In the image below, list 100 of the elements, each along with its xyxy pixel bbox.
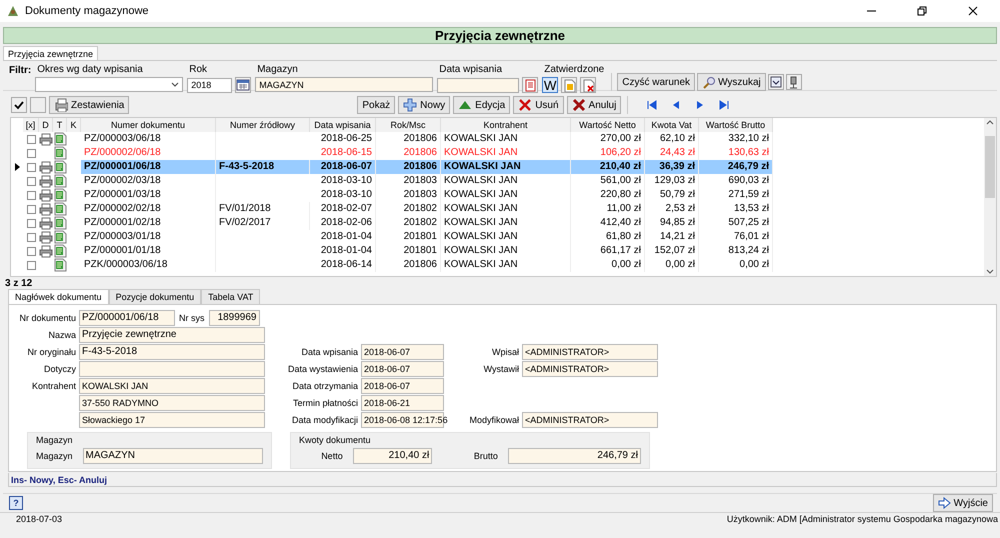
checkbox[interactable] (26, 204, 36, 214)
date-field[interactable]: 2018-06-07 (361, 378, 444, 394)
edit-button[interactable]: Edycja (453, 96, 510, 114)
first-record-icon[interactable] (646, 99, 658, 111)
column-header[interactable]: Rok/Msc (376, 118, 441, 132)
column-header[interactable]: D (39, 118, 53, 132)
tab[interactable]: Przyjęcia zewnętrzne (3, 46, 98, 60)
table-cell: 201801 (376, 230, 441, 244)
date-field[interactable] (437, 78, 520, 92)
table-cell: 2,53 zł (645, 202, 699, 216)
checkbox[interactable] (26, 218, 36, 228)
date-field[interactable]: 2018-06-21 (361, 394, 444, 410)
new-button[interactable]: Nowy (398, 96, 450, 114)
table-cell: 50,79 zł (645, 188, 699, 202)
column-header[interactable]: Kwota Vat (645, 118, 699, 132)
field-label: Nr dokumentu (18, 312, 76, 322)
table-cell: 2018-03-10 (310, 188, 376, 202)
field-label: Nr oryginału (26, 346, 76, 356)
name-field[interactable]: Przyjęcie zewnętrzne (79, 326, 265, 342)
shortcut-hint: Ins- Nowy, Esc- Anuluj (8, 473, 997, 487)
column-header[interactable]: K (67, 118, 81, 132)
checkbox[interactable] (26, 260, 36, 270)
checkbox[interactable] (26, 246, 36, 256)
checked-checkbox[interactable] (11, 97, 27, 113)
user-field[interactable]: <ADMINISTRATOR> (522, 360, 658, 376)
search-button[interactable]: Wyszukaj (697, 73, 766, 91)
table-cell: 201806 (376, 160, 441, 174)
group-title: Magazyn (36, 435, 74, 445)
column-header[interactable]: Wartość Brutto (699, 118, 773, 132)
checkbox[interactable] (30, 97, 46, 113)
net-field[interactable]: 210,40 zł (352, 448, 432, 464)
document-toggle[interactable] (561, 77, 578, 93)
checkbox[interactable] (26, 176, 36, 186)
checkbox[interactable] (26, 148, 36, 158)
contractor-field[interactable]: KOWALSKI JAN (79, 378, 265, 394)
warehouse-field[interactable]: MAGAZYN (255, 77, 434, 92)
column-header[interactable]: Data wpisania (310, 118, 376, 132)
contractor-field[interactable]: 37-550 RADYMNO (79, 394, 265, 410)
original-number-field[interactable]: F-43-5-2018 (79, 344, 265, 360)
checkbox[interactable] (26, 190, 36, 200)
field-label: Data wpisania (300, 346, 358, 356)
printer-icon (54, 98, 68, 112)
user-field[interactable]: <ADMINISTRATOR> (522, 412, 658, 428)
calendar-button[interactable] (235, 77, 252, 93)
checkbox[interactable] (26, 232, 36, 242)
table-cell: 2018-01-04 (310, 230, 376, 244)
year-field[interactable]: 2018 (187, 78, 232, 92)
exit-button[interactable]: Wyjście (932, 494, 993, 512)
column-header[interactable]: Numer dokumentu (81, 118, 216, 132)
table-cell: KOWALSKI JAN (441, 230, 571, 244)
date-field[interactable]: 2018-06-07 (361, 344, 444, 360)
show-button[interactable]: Pokaż (357, 96, 396, 114)
tab[interactable]: Pozycje dokumentu (108, 289, 202, 304)
document-number-field[interactable]: PZ/000001/06/18 (79, 310, 175, 326)
calendar-icon (236, 78, 250, 92)
scroll-thumb[interactable] (985, 136, 995, 198)
field-label: Data wpisania (438, 64, 504, 75)
concerns-field[interactable] (79, 360, 265, 376)
table-cell: PZK/000003/06/18 (81, 258, 216, 272)
table-cell: 270,00 zł (571, 132, 645, 146)
plus-icon (403, 98, 418, 112)
column-header[interactable]: [x] (23, 118, 39, 132)
date-picker-button[interactable] (522, 77, 538, 93)
clear-button[interactable]: Czyść warunek (617, 73, 696, 91)
close-icon[interactable] (968, 6, 978, 16)
document-toggle[interactable] (580, 77, 596, 93)
contractor-field[interactable]: Słowackiego 17 (79, 412, 265, 428)
column-header[interactable]: Kontrahent (441, 118, 571, 132)
delete-button[interactable]: Usuń (513, 96, 564, 114)
tab[interactable]: Tabela VAT (201, 289, 260, 304)
tab[interactable]: Nagłówek dokumentu (8, 289, 109, 304)
pin-button[interactable] (786, 74, 802, 90)
document-cross-icon (582, 78, 595, 92)
column-header[interactable]: Numer źródłowy (216, 118, 310, 132)
restore-icon[interactable] (917, 6, 927, 16)
scroll-down-icon[interactable] (986, 269, 994, 274)
checkbox[interactable] (26, 162, 36, 172)
checkbox[interactable] (26, 134, 36, 144)
date-field[interactable]: 2018-06-07 (361, 360, 444, 376)
scroll-up-icon[interactable] (986, 120, 994, 125)
table-cell: 130,63 zł (699, 146, 773, 160)
filter-label: Filtr: (9, 64, 32, 76)
page-title: Przyjęcia zewnętrzne (434, 28, 566, 43)
column-header[interactable]: Wartość Netto (571, 118, 645, 132)
system-number-field[interactable]: 1899969 (208, 310, 260, 326)
table-cell: 2018-02-06 (310, 216, 376, 230)
gross-field[interactable]: 246,79 zł (508, 448, 641, 464)
table-cell: 661,17 zł (571, 244, 645, 258)
report-button[interactable]: Zestawienia (49, 96, 130, 114)
table-cell: 813,24 zł (699, 244, 773, 258)
user-field[interactable]: <ADMINISTRATOR> (522, 344, 658, 360)
last-record-icon[interactable] (718, 99, 730, 111)
cancel-button[interactable]: Anuluj (566, 96, 622, 114)
column-header[interactable]: T (53, 118, 67, 132)
help-button[interactable]: ? (9, 496, 23, 510)
warehouse-field[interactable]: MAGAZYN (82, 448, 263, 464)
scrollbar[interactable] (984, 118, 996, 276)
period-dropdown[interactable] (35, 77, 184, 92)
dropdown-button[interactable] (768, 74, 784, 90)
toggle-button[interactable]: W (542, 77, 558, 93)
